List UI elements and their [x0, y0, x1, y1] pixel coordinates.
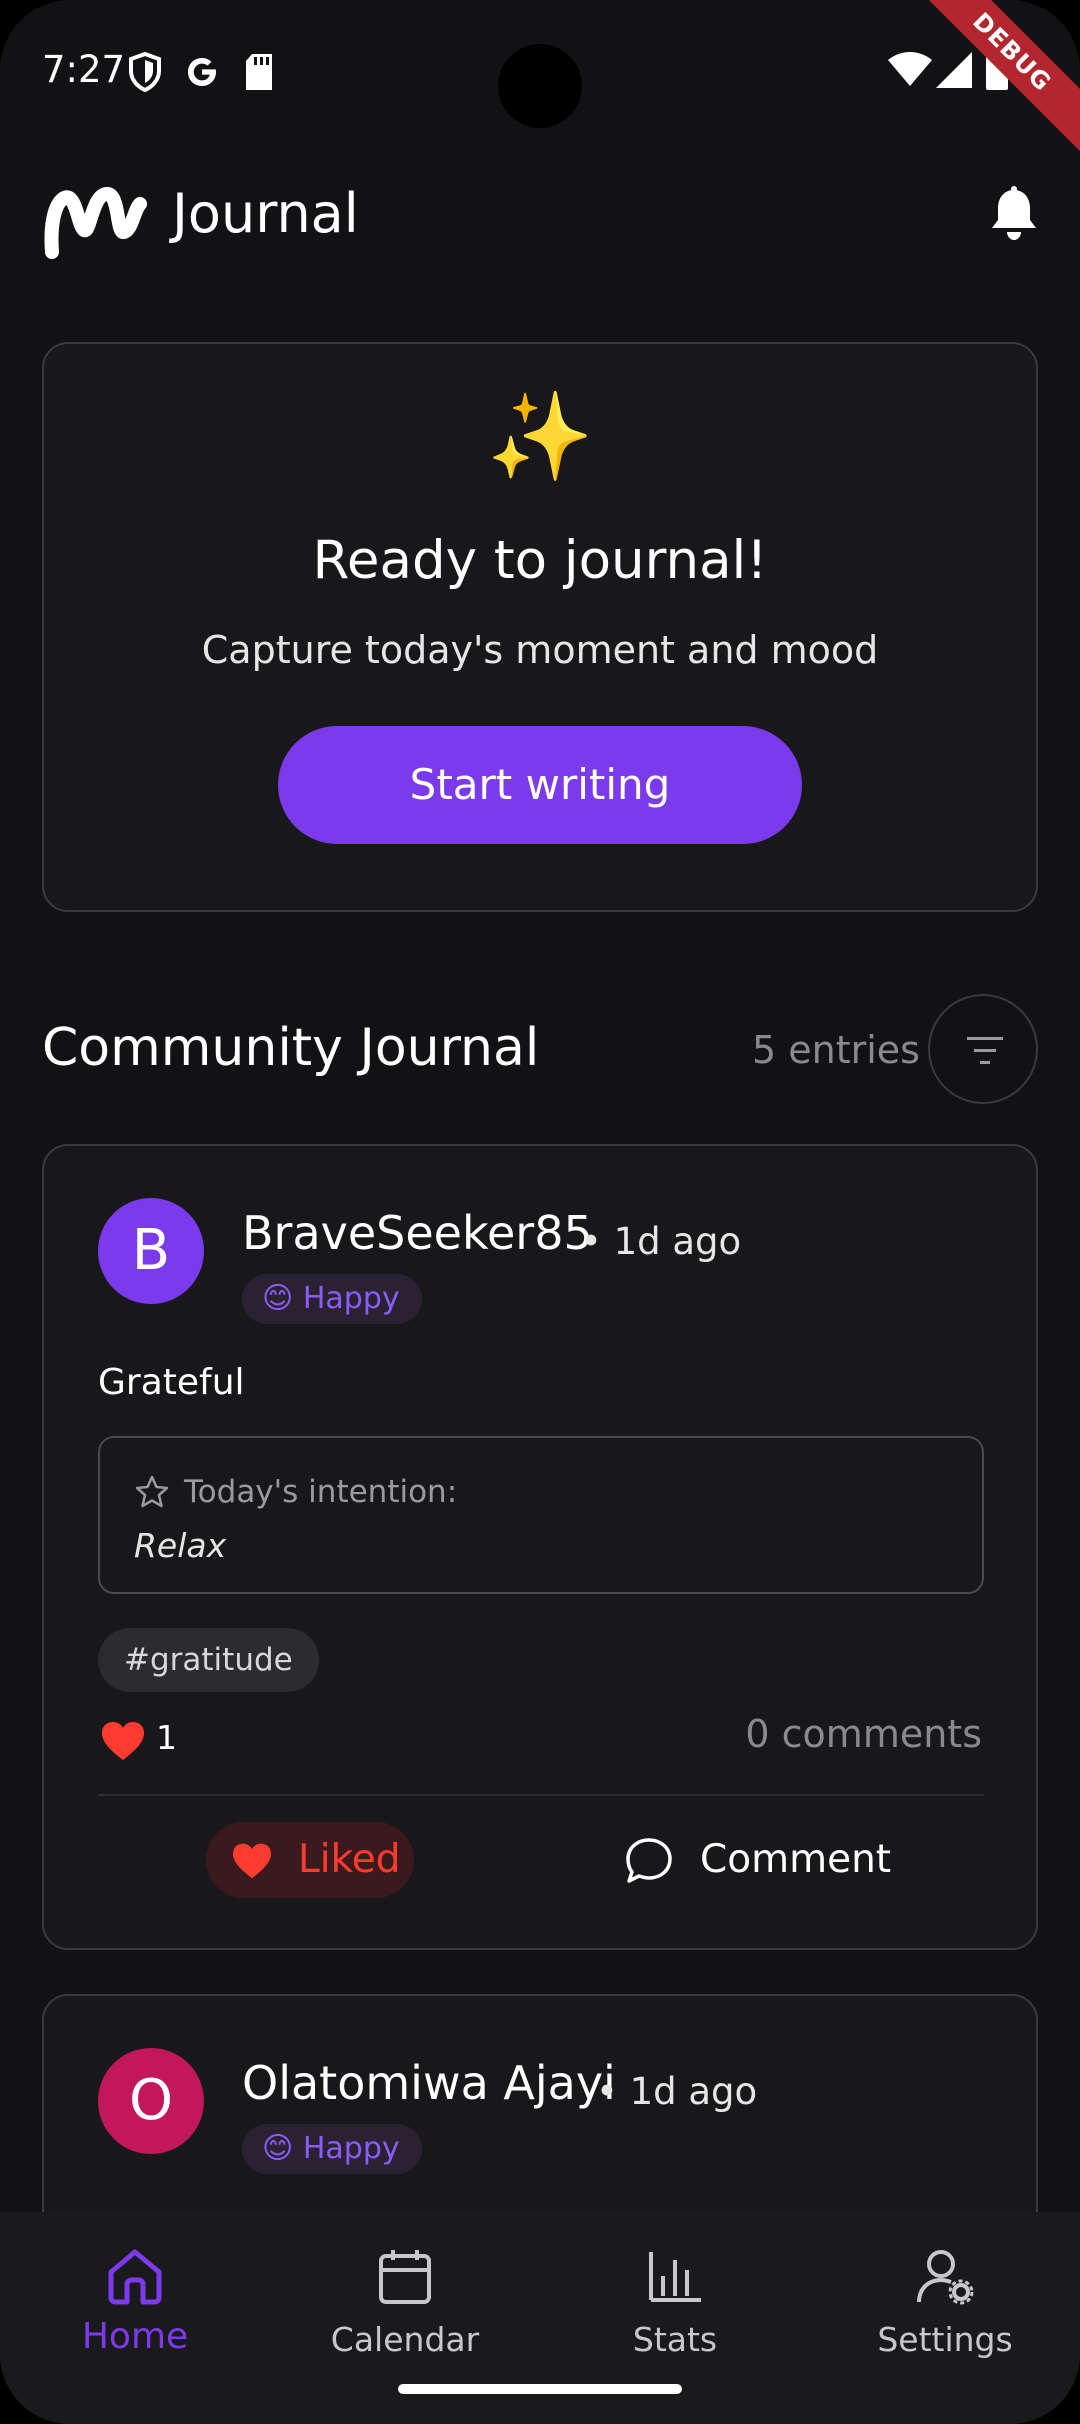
app-logo: [44, 187, 147, 259]
section-title: Community Journal: [42, 1018, 540, 1078]
nav-stats-label: Stats: [632, 2320, 718, 2359]
entries-count: 5 entries: [752, 1028, 920, 1072]
comments-count[interactable]: 0 comments: [745, 1712, 982, 1756]
nav-settings-label: Settings: [877, 2320, 1013, 2359]
bell-icon[interactable]: [988, 186, 1040, 244]
settings-icon: [917, 2250, 974, 2305]
mood-badge: 😊 Happy: [242, 1274, 422, 1324]
page-title: Journal: [172, 182, 359, 245]
app-screen: 7:27 DEBUG Journal ✨ Ready to journal! C…: [0, 0, 1080, 2424]
prompt-title: Ready to journal!: [312, 530, 768, 591]
entry-title: Grateful: [98, 1362, 245, 1403]
filter-icon: [967, 1037, 1003, 1064]
journal-prompt-card: ✨ Ready to journal! Capture today's mome…: [42, 342, 1038, 912]
mood-emoji: 😊: [262, 1281, 294, 1316]
heart-icon: [102, 1722, 144, 1760]
signal-icon: [936, 52, 972, 88]
prompt-subtitle: Capture today's moment and mood: [201, 628, 879, 672]
nav-calendar-label: Calendar: [330, 2320, 480, 2359]
nav-stats[interactable]: Stats: [540, 2232, 810, 2372]
comment-button[interactable]: Comment: [624, 1822, 924, 1898]
mood-badge: 😊 Happy: [242, 2124, 422, 2174]
journal-entry-card[interactable]: B BraveSeeker85 • 1d ago 😊 Happy Gratefu…: [42, 1144, 1038, 1950]
hashtag-chip[interactable]: #gratitude: [98, 1628, 319, 1692]
calendar-icon: [379, 2250, 431, 2304]
sd-card-icon: [246, 54, 272, 90]
divider: [98, 1794, 984, 1796]
avatar[interactable]: O: [98, 2048, 204, 2154]
start-writing-button[interactable]: Start writing: [278, 726, 802, 844]
intention-box: Today's intention: Relax: [98, 1436, 984, 1594]
time-ago: • 1d ago: [580, 1220, 742, 1263]
stats-icon: [649, 2252, 701, 2302]
shield-icon: [129, 52, 161, 92]
intention-label: Today's intention:: [184, 1474, 458, 1510]
mood-emoji: 😊: [262, 2131, 294, 2166]
google-icon: [188, 58, 216, 86]
sparkles-icon: ✨: [486, 387, 594, 487]
mood-label: Happy: [302, 1281, 400, 1316]
comment-icon: [626, 1838, 672, 1883]
time-ago: • 1d ago: [596, 2070, 758, 2113]
star-icon: [135, 1475, 169, 1508]
like-button[interactable]: Liked: [206, 1822, 414, 1898]
camera-cutout: [498, 44, 582, 128]
wifi-icon: [888, 52, 932, 86]
nav-home-label: Home: [81, 2316, 189, 2357]
like-count: 1: [156, 1718, 177, 1757]
heart-icon: [233, 1843, 271, 1879]
nav-home[interactable]: Home: [0, 2232, 270, 2372]
mood-label: Happy: [302, 2131, 400, 2166]
username[interactable]: BraveSeeker85: [242, 1206, 593, 1260]
nav-settings[interactable]: Settings: [810, 2232, 1080, 2372]
home-indicator[interactable]: [398, 2384, 682, 2394]
avatar[interactable]: B: [98, 1198, 204, 1304]
status-bar: 7:27 DEBUG: [0, 0, 1080, 160]
intention-value: Relax: [134, 1526, 227, 1565]
comment-button-label: Comment: [700, 1837, 892, 1882]
filter-button[interactable]: [928, 994, 1038, 1104]
home-icon: [108, 2249, 162, 2305]
like-button-label: Liked: [298, 1837, 401, 1882]
status-time: 7:27: [42, 48, 126, 91]
nav-calendar[interactable]: Calendar: [270, 2232, 540, 2372]
username[interactable]: Olatomiwa Ajayi: [242, 2056, 616, 2110]
